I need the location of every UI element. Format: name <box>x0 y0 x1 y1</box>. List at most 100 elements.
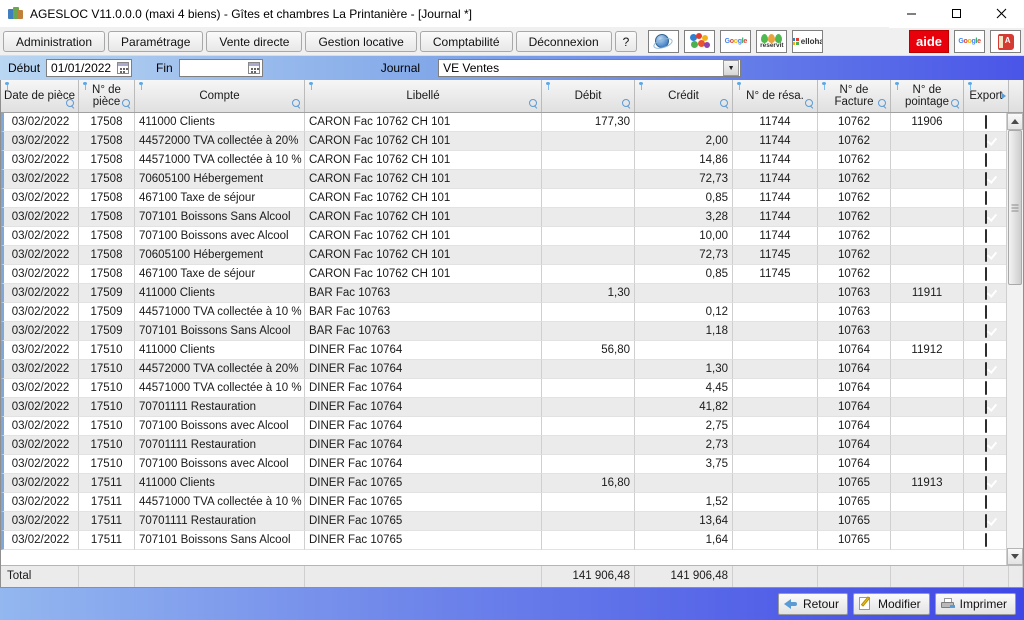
journal-select[interactable]: VE Ventes ▼ <box>438 59 742 77</box>
column-header-cr-dit[interactable]: Crédit <box>635 80 733 112</box>
column-header-n-de-facture[interactable]: N° de Facture <box>818 80 891 112</box>
pin-icon[interactable] <box>821 82 827 90</box>
reservit-icon-button[interactable]: reservit <box>756 30 788 53</box>
column-header-export[interactable]: Export <box>964 80 1009 112</box>
search-icon[interactable] <box>122 99 131 108</box>
minimize-button[interactable] <box>889 0 934 28</box>
table-row[interactable]: 03/02/2022 17509 707101 Boissons Sans Alco… <box>1 322 1006 341</box>
checkbox-checked-icon[interactable] <box>985 286 987 300</box>
table-row[interactable]: 03/02/2022 17508 707101 Boissons Sans Alco… <box>1 208 1006 227</box>
checkbox-checked-icon[interactable] <box>985 362 987 376</box>
checkbox-checked-icon[interactable] <box>985 533 987 547</box>
table-row[interactable]: 03/02/2022 17508 44572000 TVA collectée à … <box>1 132 1006 151</box>
checkbox-checked-icon[interactable] <box>985 438 987 452</box>
chevron-right-icon[interactable] <box>1002 93 1006 99</box>
checkbox-checked-icon[interactable] <box>985 400 987 414</box>
search-icon[interactable] <box>878 99 887 108</box>
search-icon[interactable] <box>951 99 960 108</box>
column-header-compte[interactable]: Compte <box>135 80 305 112</box>
checkbox-checked-icon[interactable] <box>985 229 987 243</box>
table-row[interactable]: 03/02/2022 17508 411000 Clients CARON Fac 1… <box>1 113 1006 132</box>
scrollbar-thumb[interactable] <box>1008 130 1022 285</box>
checkbox-checked-icon[interactable] <box>985 267 987 281</box>
checkbox-checked-icon[interactable] <box>985 324 987 338</box>
checkbox-checked-icon[interactable] <box>985 495 987 509</box>
menu-gestion-locative[interactable]: Gestion locative <box>305 31 417 52</box>
menu-vente-directe[interactable]: Vente directe <box>206 31 303 52</box>
checkbox-checked-icon[interactable] <box>985 305 987 319</box>
table-row[interactable]: 03/02/2022 17508 70605100 Hébergement CARON… <box>1 246 1006 265</box>
pin-icon[interactable] <box>894 82 900 90</box>
table-row[interactable]: 03/02/2022 17511 44571000 TVA collectée à … <box>1 493 1006 512</box>
table-row[interactable]: 03/02/2022 17508 707100 Boissons avec Alco… <box>1 227 1006 246</box>
search-icon[interactable] <box>66 99 75 108</box>
scroll-up-button[interactable] <box>1007 113 1023 130</box>
checkbox-checked-icon[interactable] <box>985 153 987 167</box>
search-icon[interactable] <box>805 99 814 108</box>
vertical-scrollbar[interactable] <box>1006 113 1023 565</box>
menu-deconnexion[interactable]: Déconnexion <box>515 31 612 52</box>
table-row[interactable]: 03/02/2022 17510 70701111 Restauration DINE… <box>1 398 1006 417</box>
chevron-down-icon[interactable]: ▼ <box>723 60 740 76</box>
checkbox-checked-icon[interactable] <box>985 191 987 205</box>
checkbox-checked-icon[interactable] <box>985 419 987 433</box>
aide-button[interactable]: aide <box>909 30 949 53</box>
pin-icon[interactable] <box>308 82 314 90</box>
checkbox-checked-icon[interactable] <box>985 248 987 262</box>
column-header-d-bit[interactable]: Débit <box>542 80 635 112</box>
fin-date-input[interactable] <box>178 59 263 77</box>
search-icon[interactable] <box>292 99 301 108</box>
menu-help[interactable]: ? <box>614 31 638 52</box>
manual-book-button[interactable]: A <box>990 30 1021 53</box>
search-icon[interactable] <box>622 99 631 108</box>
column-header-n-de-r-sa[interactable]: N° de résa. <box>733 80 818 112</box>
calendar-icon[interactable] <box>117 62 130 74</box>
retour-button[interactable]: Retour <box>777 593 848 615</box>
column-header-date-de-pi-ce[interactable]: Date de pièce <box>1 80 79 112</box>
google-icon-button[interactable]: Google <box>720 30 752 53</box>
table-row[interactable]: 03/02/2022 17509 411000 Clients BAR Fac 107… <box>1 284 1006 303</box>
table-row[interactable]: 03/02/2022 17510 707100 Boissons avec Alco… <box>1 455 1006 474</box>
checkbox-checked-icon[interactable] <box>985 210 987 224</box>
pin-icon[interactable] <box>638 82 644 90</box>
search-icon[interactable] <box>720 99 729 108</box>
pin-icon[interactable] <box>967 82 973 90</box>
table-row[interactable]: 03/02/2022 17508 467100 Taxe de séjour CARO… <box>1 265 1006 284</box>
table-row[interactable]: 03/02/2022 17510 44572000 TVA collectée à … <box>1 360 1006 379</box>
table-row[interactable]: 03/02/2022 17510 44571000 TVA collectée à … <box>1 379 1006 398</box>
modifier-button[interactable]: Modifier <box>852 593 930 615</box>
search-icon[interactable] <box>529 99 538 108</box>
pin-icon[interactable] <box>82 82 88 90</box>
table-row[interactable]: 03/02/2022 17510 70701111 Restauration DINE… <box>1 436 1006 455</box>
pin-icon[interactable] <box>736 82 742 90</box>
menu-parametrage[interactable]: Paramétrage <box>108 31 204 52</box>
imprimer-button[interactable]: Imprimer <box>934 593 1016 615</box>
scroll-down-button[interactable] <box>1007 548 1023 565</box>
column-header-n-de-pi-ce[interactable]: N° de pièce <box>79 80 135 112</box>
menu-administration[interactable]: Administration <box>3 31 106 52</box>
table-row[interactable]: 03/02/2022 17508 70605100 Hébergement CARON… <box>1 170 1006 189</box>
table-row[interactable]: 03/02/2022 17511 707101 Boissons Sans Alco… <box>1 531 1006 550</box>
maximize-button[interactable] <box>934 0 979 28</box>
table-row[interactable]: 03/02/2022 17510 707100 Boissons avec Alco… <box>1 417 1006 436</box>
pin-icon[interactable] <box>138 82 144 90</box>
google-search-button[interactable]: Google <box>954 30 985 53</box>
pin-icon[interactable] <box>4 82 10 90</box>
column-header-n-de-pointage[interactable]: N° de pointage <box>891 80 964 112</box>
checkbox-checked-icon[interactable] <box>985 457 987 471</box>
globe-icon-button[interactable] <box>648 30 680 53</box>
checkbox-checked-icon[interactable] <box>985 343 987 357</box>
channel-manager-icon-button[interactable] <box>684 30 716 53</box>
table-row[interactable]: 03/02/2022 17511 411000 Clients DINER Fac 1… <box>1 474 1006 493</box>
table-row[interactable]: 03/02/2022 17511 70701111 Restauration DINE… <box>1 512 1006 531</box>
column-header-libell[interactable]: Libellé <box>305 80 542 112</box>
table-row[interactable]: 03/02/2022 17510 411000 Clients DINER Fac 1… <box>1 341 1006 360</box>
menu-comptabilite[interactable]: Comptabilité <box>419 31 513 52</box>
checkbox-checked-icon[interactable] <box>985 134 987 148</box>
elloha-icon-button[interactable]: elloha <box>792 30 824 53</box>
checkbox-checked-icon[interactable] <box>985 514 987 528</box>
close-button[interactable] <box>979 0 1024 28</box>
table-row[interactable]: 03/02/2022 17508 467100 Taxe de séjour CARO… <box>1 189 1006 208</box>
table-row[interactable]: 03/02/2022 17509 44571000 TVA collectée à … <box>1 303 1006 322</box>
checkbox-checked-icon[interactable] <box>985 476 987 490</box>
